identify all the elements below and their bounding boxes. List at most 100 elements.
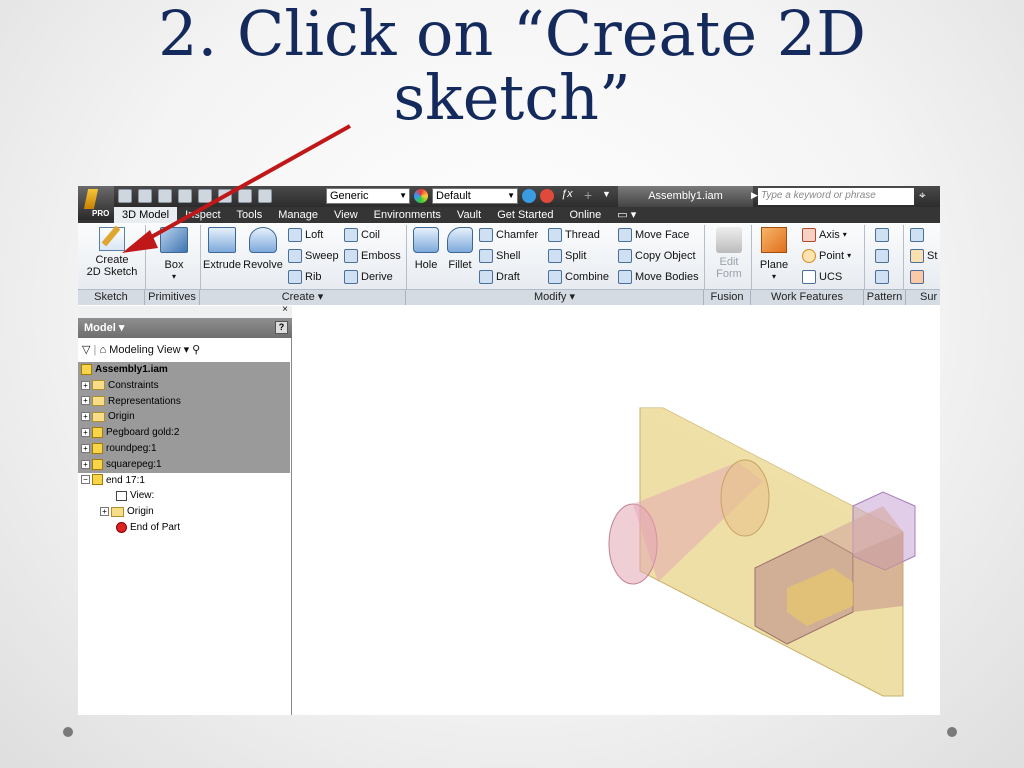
tree-node-pegboard[interactable]: + Pegboard gold:2 <box>78 425 292 441</box>
tree-node-squarepeg[interactable]: + squarepeg:1 <box>78 457 292 473</box>
graphics-window[interactable] <box>293 306 940 715</box>
copy-object-button[interactable]: Copy Object <box>618 249 696 263</box>
tab-environments[interactable]: Environments <box>366 207 449 223</box>
split-button[interactable]: Split <box>548 249 586 263</box>
part-icon <box>92 442 103 454</box>
loft-button[interactable]: Loft <box>288 228 323 242</box>
expand-icon[interactable]: + <box>81 428 90 438</box>
thicken-icon <box>910 228 924 242</box>
material-combo[interactable]: Generic ▼ <box>326 188 410 204</box>
fillet-button[interactable]: Fillet <box>444 227 476 271</box>
edit-form-button[interactable]: Edit Form <box>708 227 750 280</box>
new-icon[interactable] <box>118 189 132 203</box>
mirror-button[interactable] <box>875 270 889 284</box>
derive-button[interactable]: Derive <box>344 270 393 284</box>
tab-manage[interactable]: Manage <box>270 207 326 223</box>
tree-node-representations[interactable]: + Representations <box>78 394 292 410</box>
tab-inspect[interactable]: Inspect <box>177 207 228 223</box>
create-2d-sketch-button[interactable]: Create 2D Sketch <box>84 225 140 278</box>
folder-icon <box>92 411 105 422</box>
chevron-down-icon: ▾ <box>771 272 776 281</box>
coil-button[interactable]: Coil <box>344 228 380 242</box>
part-icon <box>92 458 103 470</box>
help-icon[interactable]: ? <box>275 321 288 334</box>
ucs-button[interactable]: UCS <box>802 270 842 284</box>
box-button[interactable]: Box ▾ <box>154 227 194 283</box>
chevron-down-icon[interactable]: ▼ <box>602 189 611 199</box>
view-icon: ⌂ <box>99 344 107 356</box>
adjust-icon[interactable] <box>522 189 536 203</box>
panel-label-create[interactable]: Create ▾ <box>200 290 406 305</box>
expand-icon[interactable]: + <box>81 412 90 422</box>
plane-button[interactable]: Plane ▾ <box>756 227 792 283</box>
clear-appearance-icon[interactable] <box>540 189 554 203</box>
surface-tool-1-button[interactable] <box>910 228 924 242</box>
expand-icon[interactable]: + <box>81 459 90 469</box>
hole-button[interactable]: Hole <box>410 227 442 271</box>
thread-button[interactable]: Thread <box>548 228 600 242</box>
tree-node-part-origin[interactable]: + Origin <box>78 504 292 520</box>
tab-tools[interactable]: Tools <box>229 207 271 223</box>
binoculars-icon[interactable]: ⌖ <box>919 188 935 204</box>
application-menu-button[interactable]: PRO <box>78 186 114 220</box>
tab-online[interactable]: Online <box>561 207 609 223</box>
undo-icon[interactable] <box>178 189 192 203</box>
modeling-view-combo[interactable]: ⌂ Modeling View ▾ <box>99 344 189 356</box>
tree-node-origin[interactable]: + Origin <box>78 409 292 425</box>
chamfer-button[interactable]: Chamfer <box>479 228 538 242</box>
draft-button[interactable]: Draft <box>479 270 520 284</box>
stitch-button[interactable]: St <box>910 249 937 263</box>
material-icon[interactable] <box>258 189 272 203</box>
sweep-button[interactable]: Sweep <box>288 249 339 263</box>
find-icon[interactable]: ⚲ <box>192 344 200 356</box>
tree-node-end17[interactable]: − end 17:1 <box>78 473 292 489</box>
close-icon[interactable]: × <box>282 304 288 315</box>
emboss-button[interactable]: Emboss <box>344 249 401 263</box>
move-bodies-button[interactable]: Move Bodies <box>618 270 699 284</box>
tab-vault[interactable]: Vault <box>449 207 489 223</box>
revolve-button[interactable]: Revolve <box>243 227 283 271</box>
extrude-button[interactable]: Extrude <box>202 227 242 271</box>
tree-node-constraints[interactable]: + Constraints <box>78 378 292 394</box>
expand-icon[interactable]: + <box>81 380 90 390</box>
circular-pattern-button[interactable] <box>875 249 889 263</box>
panel-label-pattern: Pattern <box>864 290 906 305</box>
point-button[interactable]: Point ▾ <box>802 249 851 263</box>
tab-view[interactable]: View <box>326 207 366 223</box>
tree-node-end-of-part[interactable]: End of Part <box>78 520 292 536</box>
tab-get-started[interactable]: Get Started <box>489 207 561 223</box>
open-icon[interactable] <box>138 189 152 203</box>
expand-icon[interactable]: + <box>100 507 109 517</box>
browser-header[interactable]: Model ▾ ? <box>78 318 292 338</box>
rib-button[interactable]: Rib <box>288 270 322 284</box>
tab-3d-model[interactable]: 3D Model <box>114 207 178 223</box>
tree-node-assembly[interactable]: Assembly1.iam <box>78 362 292 378</box>
panel-label-modify[interactable]: Modify ▾ <box>406 290 704 305</box>
surface-tool-3-button[interactable] <box>910 270 924 284</box>
mirror-icon <box>875 270 889 284</box>
move-face-button[interactable]: Move Face <box>618 228 689 242</box>
fx-icon[interactable]: ƒx <box>561 188 573 200</box>
save-icon[interactable] <box>158 189 172 203</box>
shell-button[interactable]: Shell <box>479 249 520 263</box>
patch-icon <box>910 270 924 284</box>
rectangular-pattern-button[interactable] <box>875 228 889 242</box>
representations-icon <box>92 395 105 406</box>
slide-title-line-1: 2. Click on “Create 2D <box>158 0 866 70</box>
expand-icon[interactable]: + <box>81 396 90 406</box>
combine-button[interactable]: Combine <box>548 270 609 284</box>
ribbon-options-icon[interactable]: ▭ ▾ <box>609 207 644 223</box>
filter-icon[interactable]: ▽ <box>82 344 90 356</box>
update-icon[interactable] <box>238 189 252 203</box>
tree-node-roundpeg[interactable]: + roundpeg:1 <box>78 441 292 457</box>
redo-icon[interactable] <box>198 189 212 203</box>
collapse-icon[interactable]: − <box>81 475 90 485</box>
select-icon[interactable] <box>218 189 232 203</box>
expand-icon[interactable]: + <box>81 443 90 453</box>
appearance-combo[interactable]: Default ▼ <box>432 188 518 204</box>
help-search-input[interactable]: Type a keyword or phrase <box>758 188 914 205</box>
axis-button[interactable]: Axis ▾ <box>802 228 847 242</box>
plus-icon[interactable]: + <box>584 187 592 203</box>
ribbon-panel-labels: Sketch Primitives Create ▾ Modify ▾ Fusi… <box>78 289 940 305</box>
tree-node-view[interactable]: View: <box>78 488 292 504</box>
